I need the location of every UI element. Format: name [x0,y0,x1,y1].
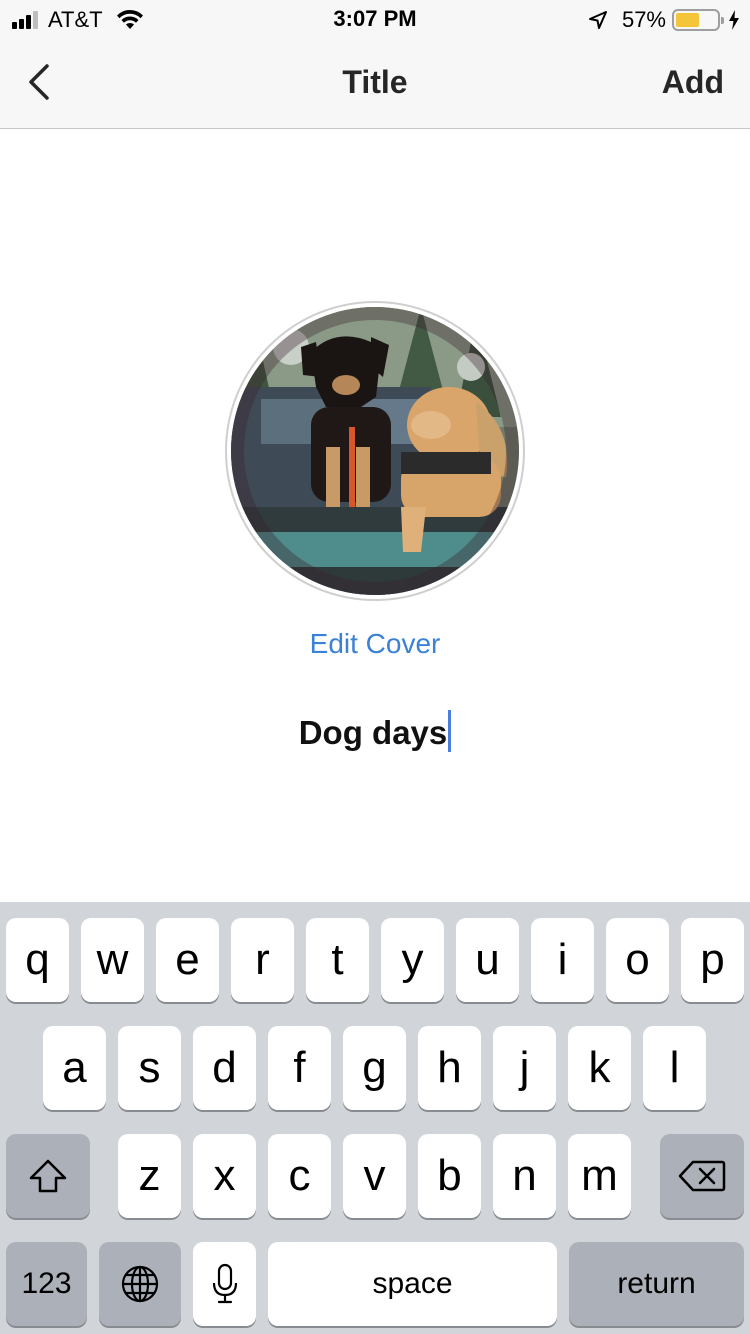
location-arrow-icon [588,11,607,29]
title-field-value: Dog days [298,714,448,751]
numbers-key[interactable]: 123 [6,1242,87,1326]
key-i[interactable]: i [531,918,594,1002]
key-n[interactable]: n [493,1134,556,1218]
status-right: 57% [588,6,740,34]
backspace-icon [678,1160,726,1192]
key-p[interactable]: p [681,918,744,1002]
key-y[interactable]: y [381,918,444,1002]
key-o[interactable]: o [606,918,669,1002]
screen: AT&T 3:07 PM 57% Title Add Edit Cover Do… [0,0,750,1334]
key-u[interactable]: u [456,918,519,1002]
text-caret [448,710,452,752]
shift-arrow-icon [29,1159,67,1193]
key-s[interactable]: s [118,1026,181,1110]
key-l[interactable]: l [643,1026,706,1110]
key-z[interactable]: z [118,1134,181,1218]
key-c[interactable]: c [268,1134,331,1218]
edit-cover-link[interactable]: Edit Cover [0,628,750,660]
keyboard: q w e r t y u i o p a s d f g h j k l z … [0,902,750,1334]
key-g[interactable]: g [343,1026,406,1110]
key-a[interactable]: a [43,1026,106,1110]
key-k[interactable]: k [568,1026,631,1110]
shift-key[interactable] [6,1134,90,1218]
navigation-bar: Title Add [0,40,750,129]
key-j[interactable]: j [493,1026,556,1110]
key-w[interactable]: w [81,918,144,1002]
key-d[interactable]: d [193,1026,256,1110]
page-title: Title [342,64,408,100]
return-key[interactable]: return [569,1242,744,1326]
battery-icon [672,9,724,31]
key-t[interactable]: t [306,918,369,1002]
globe-key[interactable] [99,1242,181,1326]
battery-percent: 57% [621,7,666,32]
title-field[interactable]: Dog days [0,710,750,754]
add-button[interactable]: Add [662,64,724,101]
cover-image [231,307,519,595]
status-bar: AT&T 3:07 PM 57% [0,0,750,40]
key-e[interactable]: e [156,918,219,1002]
key-r[interactable]: r [231,918,294,1002]
delete-key[interactable] [660,1134,744,1218]
key-b[interactable]: b [418,1134,481,1218]
key-f[interactable]: f [268,1026,331,1110]
dictation-key[interactable] [193,1242,256,1326]
key-v[interactable]: v [343,1134,406,1218]
battery-fill [676,13,699,27]
key-m[interactable]: m [568,1134,631,1218]
charging-bolt-icon [729,10,739,30]
cover-photo[interactable] [231,307,519,595]
key-x[interactable]: x [193,1134,256,1218]
globe-icon [121,1265,159,1303]
space-key[interactable]: space [268,1242,557,1326]
key-q[interactable]: q [6,918,69,1002]
key-h[interactable]: h [418,1026,481,1110]
microphone-icon [212,1263,237,1304]
